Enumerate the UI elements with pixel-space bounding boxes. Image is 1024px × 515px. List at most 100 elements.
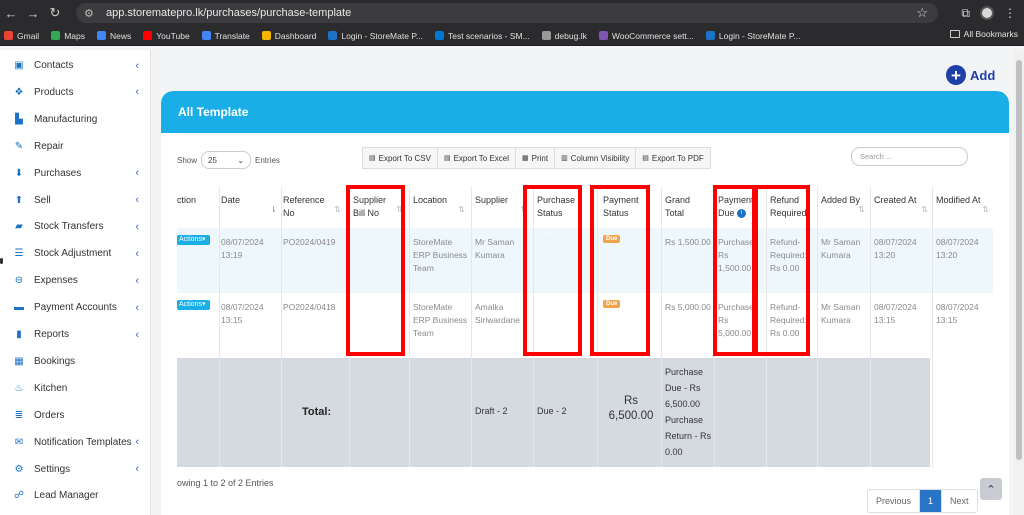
bookmark-star-icon[interactable]: ☆	[916, 5, 928, 21]
bookmark-favicon-icon	[201, 31, 211, 40]
bookmark-item[interactable]: Translate	[201, 31, 250, 41]
column-visibility-button[interactable]: ▥ Column Visibility	[555, 148, 637, 168]
export-csv-button[interactable]: ▤ Export To CSV	[363, 148, 438, 168]
sidebar-item-kitchen[interactable]: ♨ Kitchen	[0, 375, 151, 402]
sidebar-item-purchases[interactable]: ⬇ Purchases ‹	[0, 160, 151, 187]
sidebar-item-reports[interactable]: ▮ Reports ‹	[0, 321, 151, 348]
export-toolbar: ▤ Export To CSV ▤ Export To Excel ▦ Print ▥…	[362, 147, 711, 169]
cell-created-at: 08/07/2024 13:20	[874, 237, 917, 260]
sidebar-item-contacts[interactable]: ▣ Contacts ‹	[0, 52, 151, 79]
sort-icon: ⇅	[858, 205, 865, 214]
highlight-purchase-status-column	[523, 185, 582, 356]
total-grand-total: Purchase Due - Rs 6,500.00 Purchase Retu…	[665, 367, 712, 457]
add-button[interactable]: + Add	[946, 65, 995, 85]
sidebar-item-sell[interactable]: ⬆ Sell ‹	[0, 187, 151, 214]
sort-icon: ⇅	[982, 205, 989, 214]
sidebar-item-label: Orders	[34, 409, 65, 421]
truck-icon: ▰	[15, 221, 23, 233]
previous-page-button[interactable]: Previous	[868, 490, 921, 512]
actions-dropdown-button[interactable]: Actions▾	[177, 300, 210, 310]
cell-location: StoreMate ERP Business Team	[413, 302, 468, 338]
bookmark-favicon-icon	[541, 31, 551, 40]
profile-avatar[interactable]	[980, 6, 994, 20]
th-reference[interactable]: Reference No ⇅	[283, 187, 345, 228]
sidebar-item-payment-accounts[interactable]: ▬ Payment Accounts ‹	[0, 294, 151, 321]
actions-dropdown-button[interactable]: Actions▾	[177, 235, 210, 245]
bookmark-label: Login - StoreMate P...	[718, 30, 801, 41]
main-content: + Add All Template Show 25 ⌄ Entries ▤ Ex…	[151, 50, 1024, 515]
export-pdf-button[interactable]: ▤ Export To PDF	[636, 148, 710, 168]
bookmark-item[interactable]: debug.lk	[541, 31, 587, 41]
search-input[interactable]: Search ...	[851, 147, 968, 166]
chevron-left-icon: ‹	[135, 86, 139, 99]
page-scrollbar[interactable]	[1014, 50, 1024, 515]
sidebar-item-manufacturing[interactable]: ▙ Manufacturing	[0, 106, 151, 133]
bookmark-item[interactable]: Test scenarios - SM...	[434, 31, 530, 41]
sidebar: ▣ Contacts ‹ ❖ Products ‹ ▙ Manufacturing ✎ Repai…	[0, 50, 151, 515]
bookmark-item[interactable]: Dashboard	[261, 30, 317, 41]
th-location-label: Location	[413, 195, 448, 205]
back-icon[interactable]: ←	[0, 2, 22, 24]
bookmark-label: Dashboard	[274, 30, 317, 41]
bookmark-favicon-icon	[705, 31, 715, 40]
page-1-button[interactable]: 1	[920, 490, 943, 512]
sidebar-item-label: Stock Adjustment	[34, 248, 112, 260]
th-location[interactable]: Location ⇅	[413, 187, 469, 228]
bookmark-favicon-icon	[97, 31, 106, 40]
bookmark-item[interactable]: YouTube	[143, 30, 190, 41]
scrollbar-thumb[interactable]	[1016, 60, 1022, 460]
next-page-button[interactable]: Next	[942, 490, 977, 512]
sidebar-item-label: Manufacturing	[34, 113, 98, 125]
bookmark-item[interactable]: Login - StoreMate P...	[705, 30, 801, 41]
folder-icon	[949, 30, 960, 38]
chevron-left-icon: ‹	[135, 247, 139, 260]
box-title: All Template	[178, 105, 249, 119]
database-icon: ☰	[14, 248, 24, 260]
export-excel-button[interactable]: ▤ Export To Excel	[438, 148, 517, 168]
sidebar-item-bookings[interactable]: ▦ Bookings	[0, 348, 151, 375]
th-added-by[interactable]: Added By ⇅	[821, 187, 869, 228]
site-settings-icon[interactable]: ⚙	[84, 7, 100, 20]
sidebar-item-notification-templates[interactable]: ✉ Notification Templates ‹	[0, 429, 151, 456]
wrench-icon: ✎	[14, 140, 24, 152]
sidebar-item-expenses[interactable]: ⊖ Expenses ‹	[0, 267, 151, 294]
sidebar-item-lead-manager[interactable]: ☍ Lead Manager	[0, 482, 151, 509]
bookmark-label: YouTube	[156, 30, 190, 41]
sidebar-item-stock-adjustment[interactable]: ☰ Stock Adjustment ‹	[0, 240, 151, 267]
th-grand-total[interactable]: Grand Total	[665, 187, 711, 228]
address-bar[interactable]: ⚙ app.storematepro.lk/purchases/purchase…	[76, 3, 938, 23]
th-action[interactable]: ction	[177, 187, 219, 228]
all-bookmarks-button[interactable]: All Bookmarks	[949, 29, 1018, 39]
th-date-label: Date	[221, 195, 241, 205]
file-excel-icon: ▤	[443, 155, 451, 162]
total-label: Total:	[302, 406, 332, 418]
entries-select[interactable]: 25 ⌄	[201, 151, 252, 169]
bookmark-item[interactable]: Login - StoreMate P...	[328, 31, 423, 41]
reload-icon[interactable]: ↻	[44, 2, 66, 24]
forward-icon[interactable]: →	[22, 2, 44, 24]
menu-icon[interactable]: ⋮	[1004, 6, 1016, 20]
all-bookmarks-label: All Bookmarks	[963, 29, 1018, 39]
sidebar-item-repair[interactable]: ✎ Repair	[0, 133, 151, 160]
cell-added-by: Mr Saman Kumara	[821, 237, 861, 260]
file-csv-icon: ▤	[369, 155, 376, 162]
bookmark-item[interactable]: Maps	[51, 31, 85, 41]
th-created-at[interactable]: Created At ⇅	[874, 187, 932, 228]
bookmark-item[interactable]: WooCommerce sett...	[598, 31, 694, 41]
industry-icon: ▙	[15, 113, 23, 125]
th-date[interactable]: Date ⇂	[221, 187, 281, 228]
print-button[interactable]: ▦ Print	[516, 148, 556, 168]
list-alt-icon: ≣	[14, 409, 24, 421]
th-modified-at[interactable]: Modified At ⇅	[936, 187, 993, 228]
actions-label: Actions	[179, 236, 202, 243]
th-action-label: ction	[177, 195, 197, 205]
extensions-icon[interactable]: ⧉	[961, 6, 970, 21]
sidebar-item-products[interactable]: ❖ Products ‹	[0, 79, 151, 106]
bookmark-item[interactable]: Gmail	[4, 31, 39, 41]
sidebar-item-stock-transfers[interactable]: ▰ Stock Transfers ‹	[0, 213, 151, 240]
scroll-to-top-button[interactable]: ⌃	[980, 478, 1002, 500]
sidebar-item-label: Kitchen	[34, 382, 68, 394]
sidebar-item-settings[interactable]: ⚙ Settings ‹	[0, 456, 151, 483]
bookmark-item[interactable]: News	[97, 31, 131, 41]
sidebar-item-orders[interactable]: ≣ Orders	[0, 402, 151, 429]
